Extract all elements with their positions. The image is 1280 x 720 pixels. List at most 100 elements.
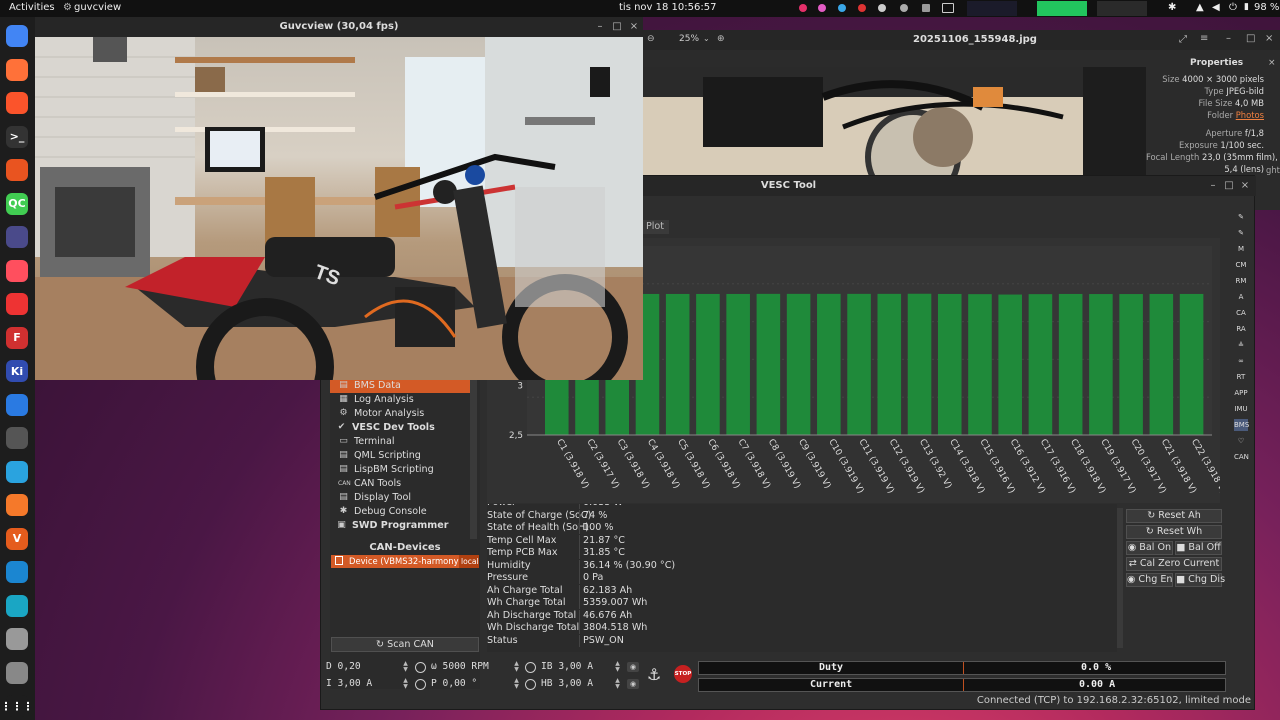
network-dock-icon[interactable]: [6, 561, 28, 583]
telegram-dock-icon[interactable]: [6, 460, 28, 483]
tool-imu-icon[interactable]: IMU: [1234, 403, 1248, 415]
vesc-close-icon[interactable]: ×: [1238, 179, 1252, 193]
hb-input[interactable]: HB 3,00 A: [541, 678, 593, 693]
viewer-minimize-icon[interactable]: –: [1226, 33, 1231, 44]
bal-off-button[interactable]: ■ Bal Off: [1175, 541, 1222, 555]
zoom-level[interactable]: 25%: [679, 34, 699, 44]
tool-rm-icon[interactable]: RM: [1234, 275, 1248, 287]
kicad-dock-icon[interactable]: Ki: [6, 360, 28, 382]
current-apply-icon[interactable]: [415, 679, 426, 690]
tool-ca-icon[interactable]: CA: [1234, 307, 1248, 319]
qt-creator-dock-icon[interactable]: QC: [6, 192, 28, 215]
hb-spin-icon[interactable]: ▲ ▼: [614, 678, 621, 691]
nav-scrollbar[interactable]: [470, 379, 477, 539]
anchor-icon[interactable]: ⚓: [647, 665, 661, 684]
nav-item-vesc-dev-tools[interactable]: ✔ VESC Dev Tools: [328, 421, 468, 435]
chg-en-button[interactable]: ◉ Chg En: [1126, 573, 1173, 587]
current-input[interactable]: I 3,00 A: [326, 678, 372, 693]
bal-on-button[interactable]: ◉ Bal On: [1126, 541, 1173, 555]
files-dock-icon[interactable]: [6, 159, 28, 181]
hb-eye-icon[interactable]: ◉: [627, 679, 639, 689]
battery-icon[interactable]: ▮: [1244, 2, 1249, 12]
tray-app5-icon[interactable]: [900, 4, 908, 12]
tray-app4-icon[interactable]: [858, 4, 866, 12]
reset-wh-button[interactable]: ↻ Reset Wh: [1126, 525, 1222, 539]
ib-spin-icon[interactable]: ▲ ▼: [614, 661, 621, 674]
guvc-close-icon[interactable]: ×: [627, 20, 641, 34]
tray-app6-icon[interactable]: [922, 4, 930, 12]
cal-zero-button[interactable]: ⇄ Cal Zero Current: [1126, 557, 1222, 571]
apps-grid-dock-icon[interactable]: ⋮⋮⋮: [1, 695, 34, 717]
viewer-maximize-icon[interactable]: □: [1246, 33, 1255, 44]
nav-item-bms-data[interactable]: ▤ BMS Data: [330, 379, 470, 393]
rpm-input[interactable]: ω 5000 RPM: [431, 661, 489, 676]
position-spin-icon[interactable]: ▲ ▼: [513, 678, 520, 691]
current-spin-icon[interactable]: ▲ ▼: [402, 678, 409, 691]
zoom-out-icon[interactable]: ⊖: [647, 34, 655, 44]
firefox-dock-icon[interactable]: [6, 58, 28, 81]
terminal-dock-icon[interactable]: >_: [6, 125, 28, 148]
nav-item-debug-console[interactable]: ✱ Debug Console: [330, 505, 470, 519]
guvc-maximize-icon[interactable]: □: [610, 20, 624, 34]
ghost-app-dock-icon[interactable]: [6, 293, 28, 315]
vesc-maximize-icon[interactable]: □: [1222, 179, 1236, 193]
trash-dock-icon[interactable]: [6, 661, 28, 684]
viewer-menu-icon[interactable]: ≡: [1200, 33, 1208, 44]
nav-item-swd-programmer[interactable]: ▣ SWD Programmer: [328, 519, 468, 533]
ruler2-icon[interactable]: ✎: [1234, 227, 1248, 239]
tool-cm-icon[interactable]: CM: [1234, 259, 1248, 271]
nav-item-display-tool[interactable]: ▤ Display Tool: [330, 491, 470, 505]
guvc-minimize-icon[interactable]: –: [593, 20, 607, 34]
scan-can-button[interactable]: ↻ Scan CAN: [331, 637, 479, 652]
tray-check-icon[interactable]: [878, 4, 886, 12]
tool-m-icon[interactable]: M: [1234, 243, 1248, 255]
duty-apply-icon[interactable]: [415, 662, 426, 673]
tool-app-icon[interactable]: APP: [1234, 387, 1248, 399]
freecad-dock-icon[interactable]: F: [6, 326, 28, 349]
viewer-close-icon[interactable]: ×: [1265, 33, 1273, 44]
position-apply-icon[interactable]: [525, 679, 536, 690]
tab-plot[interactable]: Plot: [641, 220, 669, 234]
rpm-spin-icon[interactable]: ▲ ▼: [513, 661, 520, 674]
activities-button[interactable]: Activities: [9, 2, 55, 13]
tool-a-icon[interactable]: A: [1234, 291, 1248, 303]
update-dock-icon[interactable]: [6, 594, 28, 617]
power-icon[interactable]: ⏻: [1229, 2, 1237, 13]
tray-app3-icon[interactable]: [838, 4, 846, 12]
clock[interactable]: tis nov 18 10:56:57: [619, 2, 716, 13]
ib-input[interactable]: IB 3,00 A: [541, 661, 593, 676]
heart-icon[interactable]: ♡: [1234, 435, 1248, 447]
reset-ah-button[interactable]: ↻ Reset Ah: [1126, 509, 1222, 523]
tool-ra-icon[interactable]: RA: [1234, 323, 1248, 335]
ruler-icon[interactable]: ✎: [1234, 211, 1248, 223]
tool-can-icon[interactable]: CAN: [1234, 451, 1249, 463]
nav-item-qml-scripting[interactable]: ▤ QML Scripting: [330, 449, 470, 463]
can-device-item[interactable]: Device (VBMS32-harmony32) local: [331, 555, 479, 568]
nav-item-log-analysis[interactable]: ▦ Log Analysis: [330, 393, 470, 407]
webcam-dock-icon[interactable]: [6, 427, 28, 449]
chrome-dock-icon[interactable]: [6, 25, 28, 47]
properties-close-icon[interactable]: ×: [1268, 58, 1276, 68]
bluetooth-icon[interactable]: ✱: [1168, 2, 1176, 13]
tool-rt-icon[interactable]: RT: [1234, 371, 1248, 383]
zoom-in-icon[interactable]: ⊕: [717, 34, 725, 44]
volume-icon[interactable]: ◀: [1212, 2, 1220, 13]
infinity-icon[interactable]: ∞: [1234, 355, 1248, 367]
rpm-apply-icon[interactable]: [525, 662, 536, 673]
vesc-minimize-icon[interactable]: –: [1206, 179, 1220, 193]
position-input[interactable]: P 0,00 °: [431, 678, 477, 693]
property-value[interactable]: Photos: [1236, 110, 1264, 120]
duty-spin-icon[interactable]: ▲ ▼: [402, 661, 409, 674]
nav-item-lispbm-scripting[interactable]: ▤ LispBM Scripting: [330, 463, 470, 477]
stop-button[interactable]: STOP: [674, 665, 692, 683]
tool-bms-icon[interactable]: BMS: [1234, 419, 1249, 431]
nav-item-can-tools[interactable]: CAN CAN Tools: [330, 477, 470, 491]
chromium-dock-icon[interactable]: [6, 393, 28, 416]
firefox-dev-dock-icon[interactable]: [6, 259, 28, 282]
fan-icon[interactable]: ≗: [1234, 339, 1248, 351]
tray-app2-icon[interactable]: [818, 4, 826, 12]
fullscreen-icon[interactable]: ⤢: [1179, 34, 1187, 45]
app-menu[interactable]: guvcview: [74, 2, 121, 13]
duty-input[interactable]: D 0,20: [326, 661, 361, 676]
zoom-dropdown-icon[interactable]: ⌄: [703, 34, 710, 43]
